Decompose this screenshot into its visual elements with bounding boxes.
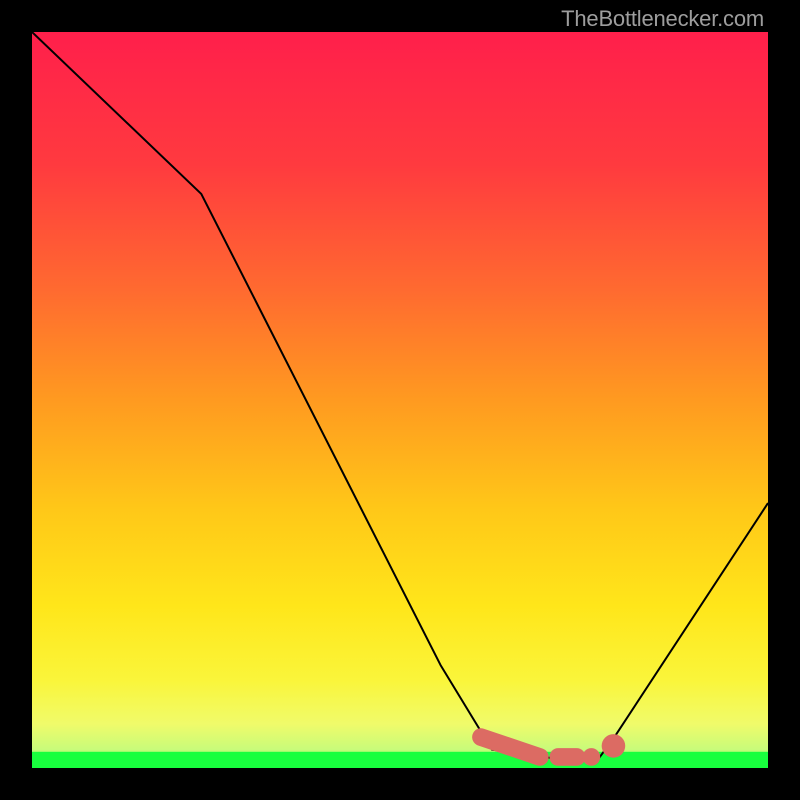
chart-svg	[32, 32, 768, 768]
green-band	[32, 752, 768, 768]
dash-dot-2	[602, 734, 626, 758]
chart-frame: TheBottlenecker.com	[0, 0, 800, 800]
attribution-text: TheBottlenecker.com	[561, 6, 764, 32]
dash-dot-1	[583, 748, 601, 766]
gradient-background	[32, 32, 768, 768]
plot-area	[32, 32, 768, 768]
